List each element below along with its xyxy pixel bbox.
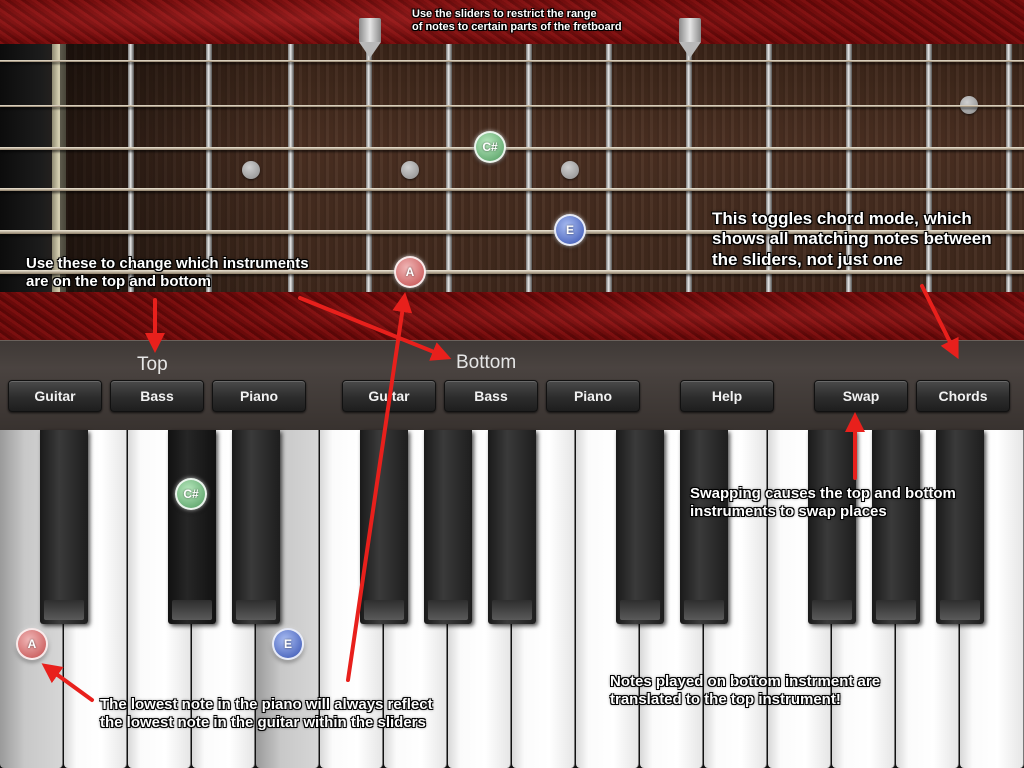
annotation-text: Notes played on bottom instrment are <box>610 673 881 690</box>
fret <box>446 44 452 294</box>
range-slider-left[interactable] <box>359 18 381 62</box>
guitar-string[interactable] <box>0 188 1024 191</box>
annotation-text: The lowest note in the piano will always… <box>100 696 433 713</box>
annotation-text: shows all matching notes between <box>712 229 992 249</box>
fret <box>1006 44 1012 294</box>
chords-button[interactable]: Chords <box>916 380 1010 412</box>
piano-black-key[interactable] <box>488 430 536 624</box>
annotation-text: of notes to certain parts of the fretboa… <box>412 21 622 34</box>
guitar-string[interactable] <box>0 60 1024 62</box>
annotation-text: This toggles chord mode, which <box>712 209 972 228</box>
piano-black-key[interactable] <box>872 430 920 624</box>
guitar-string[interactable] <box>0 105 1024 107</box>
piano-black-key[interactable] <box>168 430 216 624</box>
annotation-text: instruments to swap places <box>690 503 887 520</box>
bottom-guitar-button[interactable]: Guitar <box>342 380 436 412</box>
fret-inlay-dot <box>561 161 579 179</box>
bottom-piano-button[interactable]: Piano <box>546 380 640 412</box>
range-slider-right[interactable] <box>679 18 701 62</box>
annotation-chord-mode: This toggles chord mode, which shows all… <box>712 209 992 270</box>
slider-pointer <box>679 42 701 58</box>
annotation-text: Use these to change which instruments <box>26 255 309 272</box>
annotation-text: are on the top and bottom <box>26 273 211 290</box>
piano-black-key[interactable] <box>936 430 984 624</box>
bottom-bass-button[interactable]: Bass <box>444 380 538 412</box>
fret <box>366 44 372 294</box>
annotation-instruments: Use these to change which instruments ar… <box>26 255 309 291</box>
velvet-background-middle <box>0 292 1024 340</box>
fretboard-note-marker: C# <box>474 131 506 163</box>
piano-note-marker: A <box>16 628 48 660</box>
fretboard-note-marker: E <box>554 214 586 246</box>
swap-button[interactable]: Swap <box>814 380 908 412</box>
annotation-swap: Swapping causes the top and bottom instr… <box>690 485 956 521</box>
annotation-text: Swapping causes the top and bottom <box>690 485 956 502</box>
piano-black-key[interactable] <box>40 430 88 624</box>
piano-black-key[interactable] <box>360 430 408 624</box>
bottom-group-label: Bottom <box>456 352 517 373</box>
top-group-label: Top <box>137 354 168 375</box>
top-bass-button[interactable]: Bass <box>110 380 204 412</box>
annotation-sliders: Use the sliders to restrict the range of… <box>412 8 622 34</box>
top-guitar-button[interactable]: Guitar <box>8 380 102 412</box>
slider-handle <box>679 18 701 42</box>
piano-note-marker: E <box>272 628 304 660</box>
annotation-lowest-note: The lowest note in the piano will always… <box>100 696 433 732</box>
piano-black-key[interactable] <box>808 430 856 624</box>
piano-black-key[interactable] <box>680 430 728 624</box>
annotation-text: the sliders, not just one <box>712 249 903 269</box>
annotation-translated: Notes played on bottom instrment are tra… <box>610 673 880 709</box>
fret <box>606 44 612 294</box>
slider-handle <box>359 18 381 42</box>
piano-black-key[interactable] <box>616 430 664 624</box>
annotation-text: translated to the top instrument! <box>610 691 841 708</box>
help-button[interactable]: Help <box>680 380 774 412</box>
slider-pointer <box>359 42 381 58</box>
fret-inlay-dot <box>242 161 260 179</box>
fret <box>526 44 532 294</box>
piano-note-marker: C# <box>175 478 207 510</box>
annotation-text: the lowest note in the guitar within the… <box>100 714 426 731</box>
top-piano-button[interactable]: Piano <box>212 380 306 412</box>
fret <box>686 44 692 294</box>
fretboard-note-marker: A <box>394 256 426 288</box>
guitar-string[interactable] <box>0 147 1024 150</box>
piano-black-key[interactable] <box>232 430 280 624</box>
piano-black-key[interactable] <box>424 430 472 624</box>
fret-inlay-dot <box>401 161 419 179</box>
annotation-text: Use the sliders to restrict the range <box>412 8 597 20</box>
